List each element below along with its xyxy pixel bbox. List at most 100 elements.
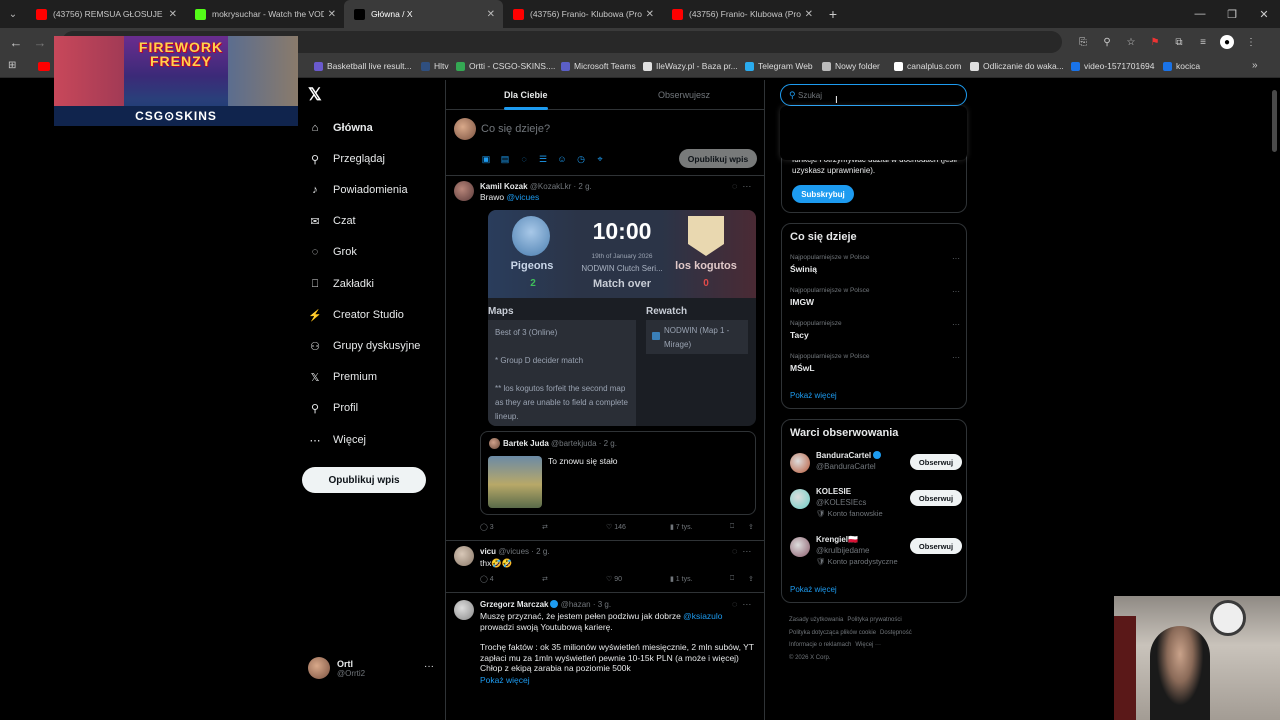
grok-post-icon[interactable]: ◌ (732, 546, 737, 556)
browser-tab[interactable]: (43756) REMSUA GŁOSUJE - ZL ✕ (26, 0, 185, 28)
quote-image[interactable] (488, 456, 542, 508)
star-icon[interactable]: ☆ (1124, 35, 1138, 49)
forward-icon[interactable]: → (28, 35, 52, 50)
apps-icon[interactable]: ⊞ (8, 60, 16, 71)
footer-link[interactable]: Polityka prywatności (847, 617, 901, 623)
post-avatar[interactable] (454, 546, 474, 566)
views-button[interactable]: ▮ 1 tys. (670, 575, 693, 583)
youtube-icon[interactable] (38, 62, 50, 71)
extensions-icon[interactable]: ⧉ (1172, 35, 1186, 49)
browser-tab[interactable]: Główna / X ✕ (344, 0, 503, 28)
match-card[interactable]: Pigeons los kogutos 2 0 10:00 19th of Ja… (488, 210, 756, 426)
follow-button[interactable]: Obserwuj (910, 538, 962, 554)
post-more-icon[interactable]: ··· (742, 546, 751, 556)
bookmark-item[interactable]: Telegram Web (745, 61, 813, 71)
tab-close-icon[interactable]: ✕ (646, 9, 654, 20)
bookmark-item[interactable]: Odliczanie do waka... (970, 61, 1064, 71)
scrollbar-thumb[interactable] (1272, 90, 1277, 152)
trend-item[interactable]: Najpopularniejsze w Polsce Świnią ··· (790, 254, 962, 280)
tab-close-icon[interactable]: ✕ (487, 9, 495, 20)
like-button[interactable]: ♡ 90 (606, 575, 622, 583)
composer-input[interactable]: Co się dzieje? (481, 123, 550, 135)
trends-show-more[interactable]: Pokaż więcej (790, 391, 837, 400)
gif-icon[interactable]: ▤ (500, 154, 510, 164)
media-icon[interactable]: ≡ (1196, 35, 1210, 49)
bookmark-item[interactable]: kocica (1163, 61, 1200, 71)
poll-icon[interactable]: ☰ (538, 154, 548, 164)
trend-item[interactable]: Najpopularniejsze w Polsce MŚwL ··· (790, 353, 962, 379)
grok-post-icon[interactable]: ◌ (732, 599, 737, 609)
bookmark-item[interactable]: Basketball live result... (314, 61, 412, 71)
tab-search-icon[interactable]: ⌄ (0, 0, 26, 28)
trend-item[interactable]: Najpopularniejsze Tacy ··· (790, 320, 962, 346)
tab-close-icon[interactable]: ✕ (328, 9, 336, 20)
media-icon[interactable]: ▣ (481, 154, 491, 164)
profile-icon-browser[interactable]: ● (1220, 35, 1234, 49)
follow-suggestion[interactable]: KOLESIE @KOLESIEcs 🛡 Konto fanowskie Obserw… (790, 487, 962, 518)
trend-item[interactable]: Najpopularniejsze w Polsce IMGW ··· (790, 287, 962, 313)
follow-button[interactable]: Obserwuj (910, 454, 962, 470)
more-bookmarks-icon[interactable]: » (1252, 60, 1258, 71)
browser-tab[interactable]: mokrysuchar - Watch the VOD ✕ (185, 0, 344, 28)
post-avatar[interactable] (454, 600, 474, 620)
like-button[interactable]: ♡ 146 (606, 523, 626, 531)
bookmark-post-icon[interactable]: ⎕ (730, 575, 734, 583)
trend-more-icon[interactable]: ··· (952, 353, 960, 362)
post-more-icon[interactable]: ··· (742, 181, 751, 191)
tab-close-icon[interactable]: ✕ (169, 9, 177, 20)
nav-item-4[interactable]: ◌ Grok (308, 241, 357, 263)
nav-item-6[interactable]: ⚡ Creator Studio (308, 304, 404, 326)
browser-tab[interactable]: (43756) Franio- Klubowa (Prod. ✕ (662, 0, 821, 28)
minimize-icon[interactable]: — (1184, 0, 1216, 28)
bookmark-item[interactable]: Microsoft Teams (561, 61, 636, 71)
post-button[interactable]: Opublikuj wpis (302, 467, 426, 493)
extension-red-icon[interactable]: ⚑ (1148, 35, 1162, 49)
location-icon[interactable]: ⌖ (595, 154, 605, 164)
bookmark-item[interactable]: canalplus.com (894, 61, 961, 71)
subscribe-button[interactable]: Subskrybuj (792, 185, 854, 203)
nav-item-2[interactable]: ♪ Powiadomienia (308, 179, 407, 201)
composer-post-button[interactable]: Opublikuj wpis (679, 149, 757, 168)
follow-button[interactable]: Obserwuj (910, 490, 962, 506)
footer-link[interactable]: Informacje o reklamach (789, 642, 851, 648)
mention-link[interactable]: @ksiazulo (683, 611, 722, 621)
share-icon[interactable]: ⇪ (748, 575, 754, 583)
trend-more-icon[interactable]: ··· (952, 320, 960, 329)
share-icon[interactable]: ⇪ (748, 523, 754, 531)
follow-show-more[interactable]: Pokaż więcej (790, 585, 837, 594)
bookmark-item[interactable]: Nowy folder (822, 61, 880, 71)
new-tab-icon[interactable]: + (821, 6, 845, 22)
close-window-icon[interactable]: ✕ (1248, 0, 1280, 28)
trend-more-icon[interactable]: ··· (952, 254, 960, 263)
account-more-icon[interactable]: ··· (424, 661, 434, 672)
nav-item-5[interactable]: ⎕ Zakładki (308, 273, 374, 295)
mention-link[interactable]: @vicues (506, 192, 539, 202)
trend-more-icon[interactable]: ··· (952, 287, 960, 296)
nav-item-10[interactable]: ⋯ Więcej (308, 429, 367, 451)
bookmark-item[interactable]: Hltv (421, 61, 449, 71)
nav-item-0[interactable]: ⌂ Główna (308, 117, 373, 139)
quoted-post[interactable]: Bartek Juda @bartekjuda · 2 g. To znowu … (480, 431, 756, 515)
nav-item-9[interactable]: ⚲ Profil (308, 397, 358, 419)
rewatch-link[interactable]: NODWIN (Map 1 - Mirage) (646, 320, 748, 354)
tab-following[interactable]: Obserwujesz (658, 90, 710, 100)
emoji-icon[interactable]: ☺ (557, 154, 567, 164)
bookmark-post-icon[interactable]: ⎕ (730, 523, 734, 531)
search-box[interactable]: ⚲ (780, 84, 967, 106)
footer-link[interactable]: Więcej ··· (855, 642, 881, 648)
tab-close-icon[interactable]: ✕ (805, 9, 813, 20)
post-more-icon[interactable]: ··· (742, 599, 751, 609)
reply-button[interactable]: ◯ 3 (480, 523, 494, 531)
promo-banner[interactable]: FIREWORK FRENZY CSG⊙SKINS (54, 36, 298, 126)
bookmark-item[interactable]: IleWazy.pl - Baza pr... (643, 61, 738, 71)
nav-item-1[interactable]: ⚲ Przeglądaj (308, 148, 385, 170)
grok-post-icon[interactable]: ◌ (732, 181, 737, 191)
footer-link[interactable]: Polityka dotycząca plików cookie (789, 630, 876, 636)
repost-icon[interactable]: ⇄ (542, 523, 548, 531)
bookmark-item[interactable]: Ortti - CSGO-SKINS.... (456, 61, 555, 71)
nav-item-3[interactable]: ✉ Czat (308, 210, 355, 232)
reply-button[interactable]: ◯ 4 (480, 575, 494, 583)
search-input[interactable] (798, 89, 948, 102)
footer-link[interactable]: Dostępność (880, 630, 912, 636)
footer-link[interactable]: Zasady użytkowania (789, 617, 843, 623)
